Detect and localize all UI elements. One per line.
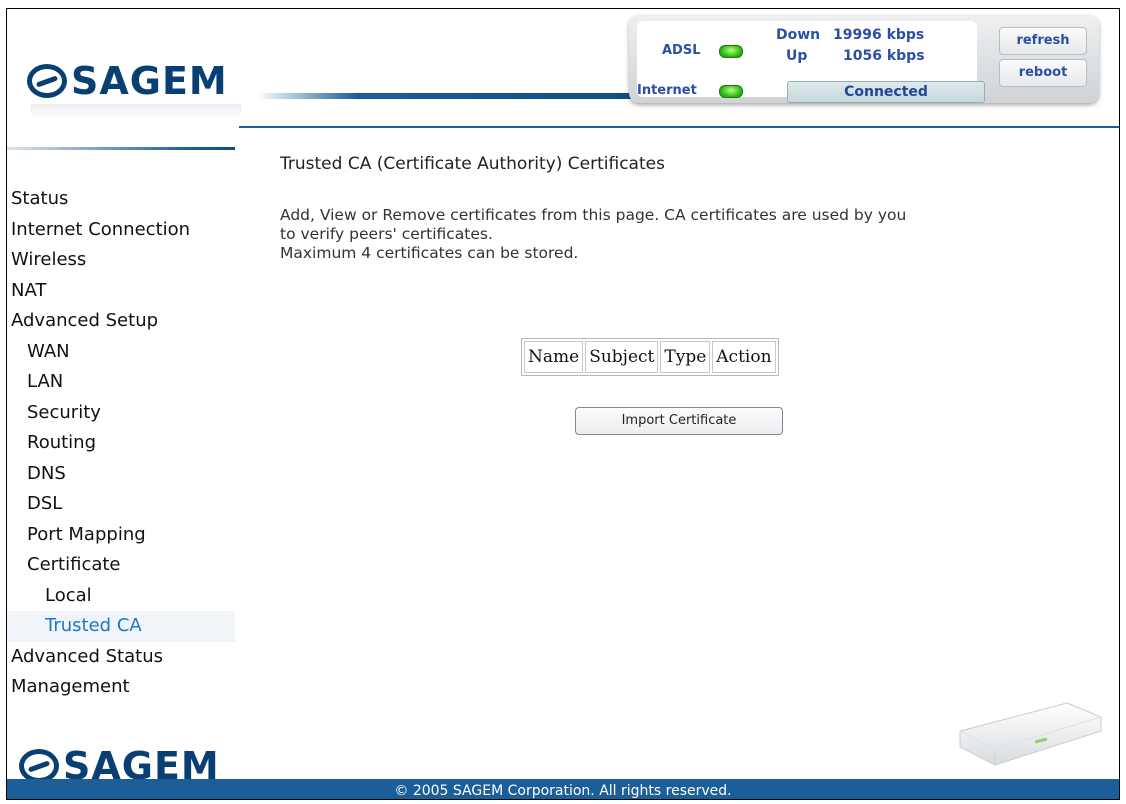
description-line-1: Add, View or Remove certificates from th… — [280, 206, 907, 224]
sagem-bottom-logo-mark-icon — [19, 749, 59, 783]
description-line-2: to verify peers' certificates. — [280, 225, 493, 243]
page-title: Trusted CA (Certificate Authority) Certi… — [280, 154, 665, 174]
nav-item-local[interactable]: Local — [7, 581, 235, 612]
nav-item-internet-connection[interactable]: Internet Connection — [7, 215, 235, 246]
adsl-led-icon — [719, 45, 743, 58]
sagem-logo: SAGEM — [27, 59, 228, 103]
sagem-logo-mark-icon — [27, 64, 67, 98]
nav-item-dsl[interactable]: DSL — [7, 489, 235, 520]
nav-item-routing[interactable]: Routing — [7, 428, 235, 459]
nav-item-certificate[interactable]: Certificate — [7, 550, 235, 581]
nav-item-status[interactable]: Status — [7, 184, 235, 215]
column-header-type: Type — [660, 341, 711, 373]
nav-item-security[interactable]: Security — [7, 398, 235, 429]
connection-status-panel: ADSL Down 19996 kbps Up 1056 kbps Intern… — [629, 15, 1099, 103]
content-divider — [239, 126, 1119, 128]
column-header-action: Action — [712, 341, 776, 373]
nav-item-advanced-status[interactable]: Advanced Status — [7, 642, 235, 673]
nav-item-wireless[interactable]: Wireless — [7, 245, 235, 276]
connection-state: Connected — [787, 81, 985, 103]
internet-label: Internet — [637, 83, 697, 98]
page-description: Add, View or Remove certificates from th… — [280, 206, 1060, 263]
refresh-button[interactable]: refresh — [999, 27, 1087, 55]
nav-item-nat[interactable]: NAT — [7, 276, 235, 307]
up-label: Up — [786, 48, 808, 64]
adsl-label: ADSL — [662, 43, 701, 58]
page-frame: SAGEM ADSL Down 19996 kbps Up 1056 kbps … — [6, 8, 1120, 800]
logo-reflection — [31, 104, 241, 118]
down-label: Down — [776, 27, 821, 43]
internet-led-icon — [719, 85, 743, 98]
nav-item-port-mapping[interactable]: Port Mapping — [7, 520, 235, 551]
table-header-row: Name Subject Type Action — [524, 341, 776, 373]
page-footer: © 2005 SAGEM Corporation. All rights res… — [7, 779, 1119, 799]
nav-item-lan[interactable]: LAN — [7, 367, 235, 398]
nav-item-management[interactable]: Management — [7, 672, 235, 703]
nav-item-dns[interactable]: DNS — [7, 459, 235, 490]
reboot-button[interactable]: reboot — [999, 59, 1087, 87]
nav-item-advanced-setup[interactable]: Advanced Setup — [7, 306, 235, 337]
router-image — [959, 702, 1102, 766]
sidebar-divider — [7, 147, 235, 150]
import-certificate-button[interactable]: Import Certificate — [575, 407, 783, 435]
sagem-logo-text: SAGEM — [71, 59, 228, 103]
sidebar-nav: Status Internet Connection Wireless NAT … — [7, 184, 235, 703]
down-rate: 19996 kbps — [833, 27, 925, 43]
certificates-table: Name Subject Type Action — [521, 338, 779, 376]
up-rate: 1056 kbps — [843, 48, 925, 64]
header-divider — [257, 93, 657, 99]
nav-item-wan[interactable]: WAN — [7, 337, 235, 368]
nav-item-trusted-ca[interactable]: Trusted CA — [7, 611, 235, 642]
description-line-3: Maximum 4 certificates can be stored. — [280, 244, 579, 262]
column-header-name: Name — [524, 341, 584, 373]
column-header-subject: Subject — [585, 341, 659, 373]
